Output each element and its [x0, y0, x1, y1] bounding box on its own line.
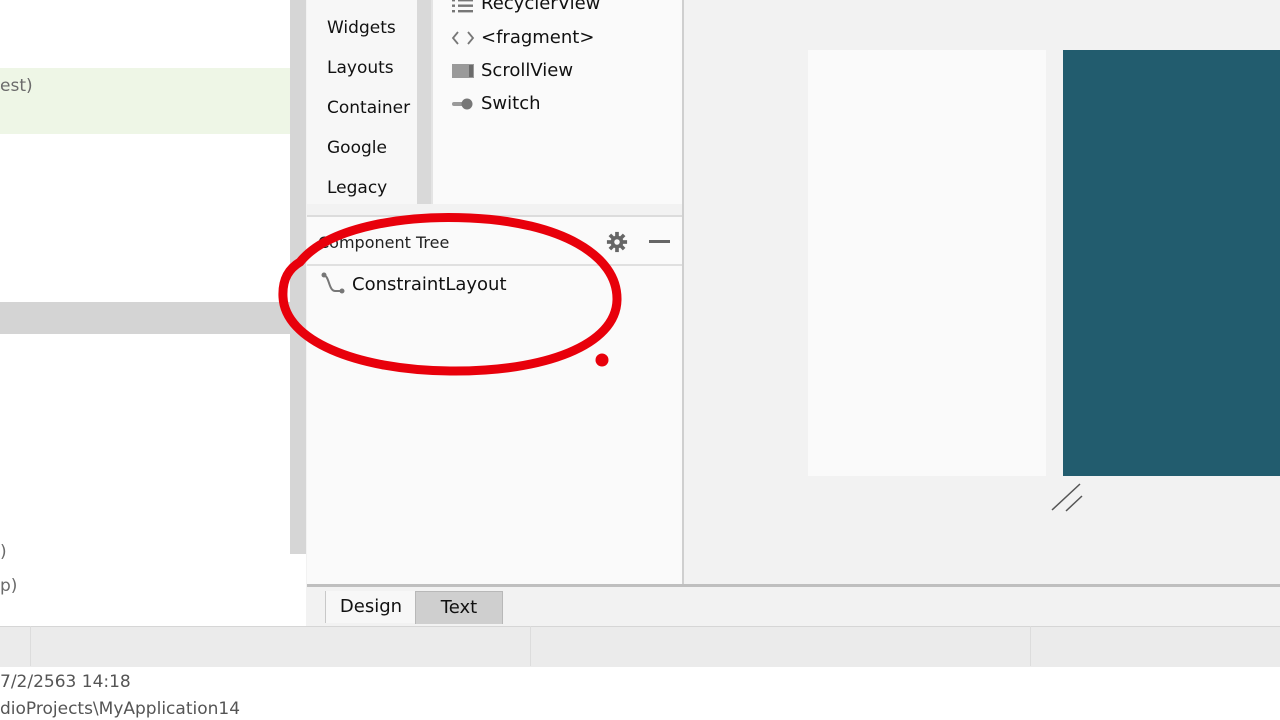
code-brackets-icon — [451, 31, 475, 45]
palette-item-label: Switch — [481, 93, 541, 114]
file-date: 7/2/2563 14:18 — [0, 672, 131, 692]
palette-categories-scrollbar[interactable] — [417, 0, 431, 204]
project-row-selected[interactable] — [0, 302, 292, 334]
palette-item-label: RecyclerView — [481, 0, 601, 14]
palette-category-google[interactable]: Google — [327, 138, 387, 158]
palette-items: RecyclerView <fragment> ScrollView Switc… — [433, 0, 682, 204]
toggle-icon — [452, 98, 473, 110]
project-panel-scrollbar[interactable] — [290, 0, 306, 554]
palette-item-recyclerview[interactable]: RecyclerView — [433, 0, 682, 20]
palette-item-switch[interactable]: Switch — [433, 93, 682, 119]
tree-item-label: ConstraintLayout — [352, 274, 507, 295]
palette-item-label: ScrollView — [481, 60, 574, 81]
list-icon — [452, 0, 473, 13]
divider — [530, 626, 531, 666]
scrollview-icon — [452, 64, 474, 78]
palette-category-widgets[interactable]: Widgets — [327, 18, 396, 38]
resize-handle-icon[interactable] — [1050, 482, 1086, 514]
palette-categories: Widgets Layouts Container Google Legacy — [307, 0, 417, 204]
palette-item-label: <fragment> — [481, 27, 595, 48]
divider — [30, 626, 31, 666]
palette-item-fragment[interactable]: <fragment> — [433, 27, 682, 53]
palette-item-scrollview[interactable]: ScrollView — [433, 60, 682, 86]
project-row-text[interactable]: est) — [0, 76, 33, 96]
project-row-text[interactable]: p) — [0, 576, 17, 596]
blueprint-surface[interactable] — [1063, 50, 1280, 476]
design-surface[interactable] — [808, 50, 1046, 476]
minimize-icon[interactable] — [649, 240, 670, 243]
palette-category-container[interactable]: Container — [327, 98, 410, 118]
tab-text[interactable]: Text — [415, 591, 503, 624]
status-bar — [0, 626, 1280, 667]
constraint-layout-icon — [321, 272, 345, 294]
tab-design[interactable]: Design — [325, 591, 417, 623]
project-row-highlighted[interactable] — [0, 68, 306, 134]
file-path: dioProjects\MyApplication14 — [0, 699, 241, 719]
gear-icon[interactable] — [606, 231, 628, 253]
divider — [307, 264, 682, 266]
divider — [1030, 626, 1031, 666]
project-row-text[interactable]: ) — [0, 542, 7, 562]
palette-category-layouts[interactable]: Layouts — [327, 58, 394, 78]
component-tree-title: Component Tree — [318, 233, 450, 252]
palette-category-legacy[interactable]: Legacy — [327, 178, 387, 198]
